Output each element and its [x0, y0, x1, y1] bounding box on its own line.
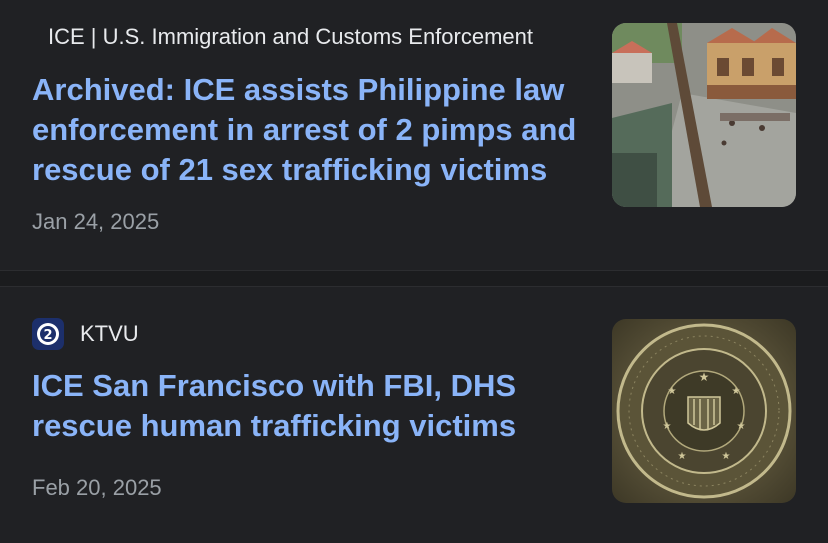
svg-text:2: 2	[43, 328, 52, 343]
svg-text:★: ★	[663, 421, 672, 432]
svg-text:★: ★	[699, 370, 710, 384]
article-thumbnail[interactable]: ★ ★ ★ ★ ★ ★ ★	[612, 319, 796, 503]
svg-text:★: ★	[678, 451, 687, 462]
svg-text:★: ★	[737, 421, 746, 432]
headline-link[interactable]: ICE San Francisco with FBI, DHS rescue h…	[32, 366, 592, 446]
headline-link[interactable]: Archived: ICE assists Philippine law enf…	[32, 70, 592, 190]
news-card[interactable]: ICE | U.S. Immigration and Customs Enfor…	[0, 0, 828, 270]
street-photo-image	[612, 23, 796, 207]
svg-text:★: ★	[732, 386, 741, 397]
publish-date: Feb 20, 2025	[32, 475, 162, 500]
publish-date: Jan 24, 2025	[32, 209, 160, 234]
source-name: KTVU	[80, 321, 139, 346]
article-thumbnail[interactable]	[612, 23, 796, 207]
news-card[interactable]: 2 KTVU ICE San Francisco with FBI, DHS r…	[0, 287, 828, 543]
ktvu-logo-icon: 2	[32, 318, 64, 350]
source-row[interactable]: ICE | U.S. Immigration and Customs Enfor…	[32, 24, 533, 50]
fbi-seal-image: ★ ★ ★ ★ ★ ★ ★	[612, 319, 796, 503]
source-name: ICE | U.S. Immigration and Customs Enfor…	[48, 24, 533, 49]
source-row[interactable]: 2 KTVU	[32, 318, 139, 350]
news-feed: ICE | U.S. Immigration and Customs Enfor…	[0, 0, 828, 543]
card-divider	[0, 270, 828, 287]
svg-text:★: ★	[668, 386, 677, 397]
svg-text:★: ★	[722, 451, 731, 462]
